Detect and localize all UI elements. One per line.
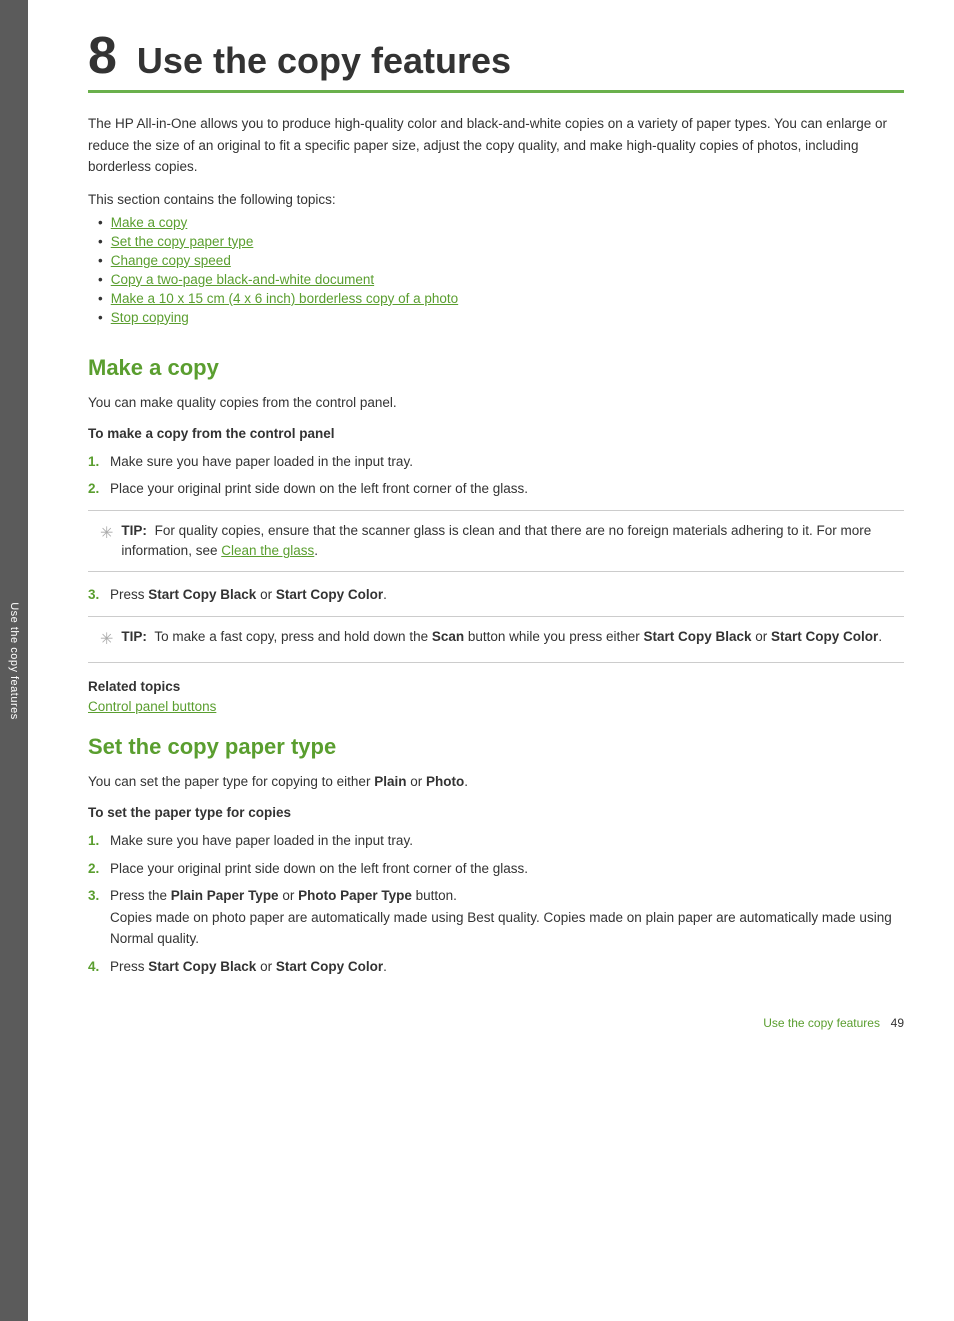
tip-text-after-1: .: [314, 543, 318, 558]
side-tab-label: Use the copy features: [8, 602, 20, 720]
step3-bold2: Start Copy Color: [276, 587, 383, 602]
side-tab: Use the copy features: [0, 0, 28, 1321]
chapter-header: 8 Use the copy features: [88, 30, 904, 93]
toc-link-make-copy[interactable]: Make a copy: [111, 215, 188, 230]
set-paper-steps: 1. Make sure you have paper loaded in th…: [88, 830, 904, 978]
tip-sun-icon-2: ✳: [100, 628, 113, 652]
make-copy-step-1: 1. Make sure you have paper loaded in th…: [88, 451, 904, 473]
sp-step-num-4: 4.: [88, 956, 110, 978]
step3-text-mid: or: [256, 587, 276, 602]
tip2-bold1: Scan: [432, 629, 464, 644]
topics-intro: This section contains the following topi…: [88, 192, 904, 207]
step-text-2: Place your original print side down on t…: [110, 478, 904, 500]
footer-page: 49: [884, 1016, 904, 1030]
sp-step-text-1: Make sure you have paper loaded in the i…: [110, 830, 904, 852]
toc-item-6: Stop copying: [98, 310, 904, 325]
toc-item-1: Make a copy: [98, 215, 904, 230]
tip2-text-after: .: [878, 629, 882, 644]
main-content: 8 Use the copy features The HP All-in-On…: [28, 0, 954, 1321]
tip-sun-icon-1: ✳: [100, 522, 113, 546]
set-paper-step-1: 1. Make sure you have paper loaded in th…: [88, 830, 904, 852]
make-copy-heading: Make a copy: [88, 355, 904, 381]
chapter-number: 8: [88, 30, 117, 82]
set-paper-step-3: 3. Press the Plain Paper Type or Photo P…: [88, 885, 904, 950]
page-footer: Use the copy features 49: [88, 1008, 904, 1030]
make-copy-intro: You can make quality copies from the con…: [88, 395, 904, 410]
toc-item-3: Change copy speed: [98, 253, 904, 268]
tip2-bold3: Start Copy Color: [771, 629, 878, 644]
make-copy-steps: 1. Make sure you have paper loaded in th…: [88, 451, 904, 500]
sp-step3-after: button.: [412, 888, 457, 903]
tip-box-2: ✳ TIP: To make a fast copy, press and ho…: [88, 616, 904, 663]
tip2-text-before: To make a fast copy, press and hold down…: [154, 629, 431, 644]
sp-step-num-2: 2.: [88, 858, 110, 880]
sp-step3-bold1: Plain Paper Type: [171, 888, 279, 903]
tip2-text-mid2: or: [752, 629, 772, 644]
related-topics: Related topics Control panel buttons: [88, 679, 904, 714]
step-num-2: 2.: [88, 478, 110, 500]
set-paper-intro-after: .: [464, 774, 468, 789]
set-paper-step-2: 2. Place your original print side down o…: [88, 858, 904, 880]
toc-item-5: Make a 10 x 15 cm (4 x 6 inch) borderles…: [98, 291, 904, 306]
make-copy-subheading: To make a copy from the control panel: [88, 426, 904, 441]
tip-label-2: TIP:: [121, 629, 147, 644]
related-topics-label: Related topics: [88, 679, 904, 694]
tip-label-1: TIP:: [121, 523, 147, 538]
step3-bold1: Start Copy Black: [148, 587, 256, 602]
toc-link-borderless[interactable]: Make a 10 x 15 cm (4 x 6 inch) borderles…: [111, 291, 458, 306]
sp-step3-bold2: Photo Paper Type: [298, 888, 412, 903]
sp-step4-bold1: Start Copy Black: [148, 959, 256, 974]
tip-content-1: TIP: For quality copies, ensure that the…: [121, 521, 892, 562]
toc-list: Make a copy Set the copy paper type Chan…: [98, 215, 904, 325]
sp-step-text-4: Press Start Copy Black or Start Copy Col…: [110, 956, 904, 978]
tip-clean-glass-link[interactable]: Clean the glass: [221, 543, 314, 558]
step-text-1: Make sure you have paper loaded in the i…: [110, 451, 904, 473]
tip-content-2: TIP: To make a fast copy, press and hold…: [121, 627, 882, 647]
intro-paragraph: The HP All-in-One allows you to produce …: [88, 113, 904, 178]
sp-step-num-3: 3.: [88, 885, 110, 907]
toc-link-two-page[interactable]: Copy a two-page black-and-white document: [111, 272, 374, 287]
step-text-3: Press Start Copy Black or Start Copy Col…: [110, 584, 904, 606]
set-paper-bold1: Plain: [374, 774, 406, 789]
chapter-title: Use the copy features: [137, 40, 511, 82]
tip2-text-mid: button while you press either: [464, 629, 643, 644]
toc-item-4: Copy a two-page black-and-white document: [98, 272, 904, 287]
control-panel-buttons-link[interactable]: Control panel buttons: [88, 699, 216, 714]
step3-text-before: Press: [110, 587, 148, 602]
sp-step4-before: Press: [110, 959, 148, 974]
footer-text: Use the copy features: [763, 1016, 880, 1030]
sp-step3-before: Press the: [110, 888, 171, 903]
step-num-1: 1.: [88, 451, 110, 473]
sp-step4-after: .: [383, 959, 387, 974]
sp-step-text-2: Place your original print side down on t…: [110, 858, 904, 880]
sp-step4-mid: or: [256, 959, 276, 974]
tip-box-1: ✳ TIP: For quality copies, ensure that t…: [88, 510, 904, 573]
set-paper-intro-before: You can set the paper type for copying t…: [88, 774, 374, 789]
sp-step-text-3: Press the Plain Paper Type or Photo Pape…: [110, 885, 904, 950]
set-paper-step-4: 4. Press Start Copy Black or Start Copy …: [88, 956, 904, 978]
toc-link-change-speed[interactable]: Change copy speed: [111, 253, 231, 268]
make-copy-step-2: 2. Place your original print side down o…: [88, 478, 904, 500]
set-paper-intro-mid: or: [406, 774, 426, 789]
step3-text-after: .: [383, 587, 387, 602]
set-paper-subheading: To set the paper type for copies: [88, 805, 904, 820]
sp-step3-mid: or: [279, 888, 299, 903]
toc-link-stop-copying[interactable]: Stop copying: [111, 310, 189, 325]
tip2-bold2: Start Copy Black: [643, 629, 751, 644]
set-paper-type-intro: You can set the paper type for copying t…: [88, 774, 904, 789]
toc-link-set-paper-type[interactable]: Set the copy paper type: [111, 234, 254, 249]
make-copy-step-3: 3. Press Start Copy Black or Start Copy …: [88, 584, 904, 606]
toc-item-2: Set the copy paper type: [98, 234, 904, 249]
set-paper-type-heading: Set the copy paper type: [88, 734, 904, 760]
step-num-3: 3.: [88, 584, 110, 606]
make-copy-step3-list: 3. Press Start Copy Black or Start Copy …: [88, 584, 904, 606]
sp-step3-extra: Copies made on photo paper are automatic…: [110, 910, 892, 947]
sp-step-num-1: 1.: [88, 830, 110, 852]
set-paper-bold2: Photo: [426, 774, 464, 789]
sp-step4-bold2: Start Copy Color: [276, 959, 383, 974]
